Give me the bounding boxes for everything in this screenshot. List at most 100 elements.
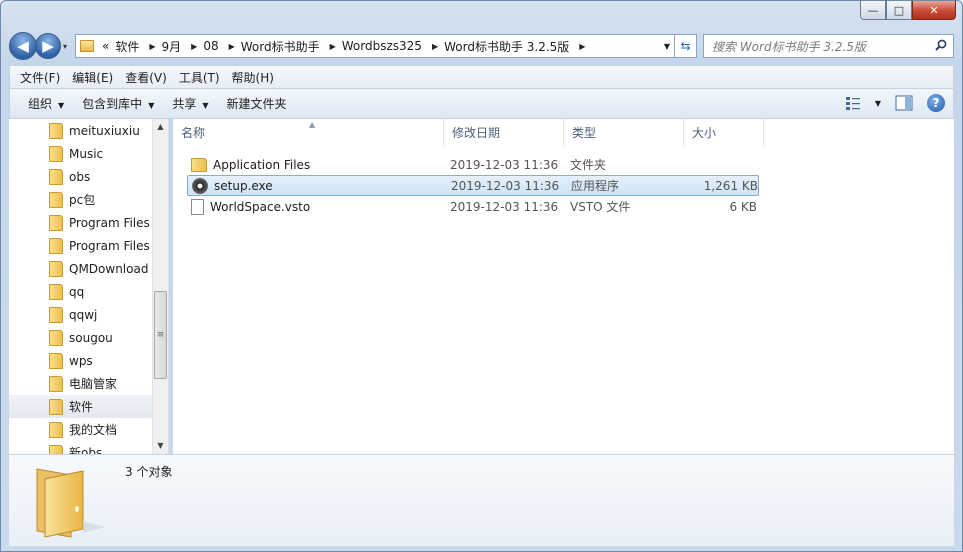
- file-date: 2019-12-03 11:36: [450, 199, 559, 214]
- file-size: 6 KB: [729, 199, 757, 214]
- back-button[interactable]: ◀: [9, 32, 37, 60]
- file-date: 2019-12-03 11:36: [451, 178, 560, 193]
- sidebar-item-label: obs: [69, 169, 91, 184]
- file-date: 2019-12-03 11:36: [450, 157, 559, 172]
- menu-file[interactable]: 文件(F): [14, 69, 66, 86]
- folder-icon: [49, 306, 63, 323]
- breadcrumb-item[interactable]: 软件 ▶: [115, 38, 155, 55]
- details-view-icon: [845, 97, 860, 110]
- maximize-button[interactable]: □: [886, 1, 912, 20]
- new-folder-button[interactable]: 新建文件夹: [219, 95, 297, 112]
- sidebar-item-label: 新obs: [69, 446, 103, 454]
- chevron-down-icon[interactable]: ▼: [875, 99, 881, 108]
- help-icon[interactable]: ?: [927, 94, 945, 112]
- address-bar[interactable]: « 软件 ▶ 9月 ▶ 08 ▶ Word标书助手 ▶ Wordbszs325 ▶ Wor…: [75, 34, 675, 58]
- breadcrumb-item[interactable]: Word标书助手 ▶: [241, 38, 336, 55]
- menu-tools[interactable]: 工具(T): [173, 69, 226, 86]
- folder-icon: [49, 168, 63, 185]
- sidebar-item-label: pc包: [69, 193, 96, 207]
- sidebar-item-label: qqwj: [69, 307, 98, 322]
- file-name-cell: setup.exe: [188, 177, 451, 194]
- column-header-size[interactable]: 大小: [684, 119, 764, 147]
- chevron-right-icon[interactable]: ▶: [149, 42, 155, 51]
- setup-app-icon: [192, 177, 208, 194]
- sidebar-item[interactable]: 软件: [9, 395, 154, 418]
- sidebar-item-label: QMDownload: [69, 261, 149, 276]
- sidebar-item[interactable]: Music: [9, 142, 154, 165]
- sidebar-item[interactable]: Program Files: [9, 211, 154, 234]
- breadcrumb-item[interactable]: 08 ▶: [203, 39, 234, 53]
- file-name: Application Files: [213, 157, 311, 172]
- recent-pages-dropdown[interactable]: ▾: [59, 42, 71, 51]
- folder-icon: [36, 468, 105, 538]
- sort-ascending-icon: ▲: [309, 120, 316, 129]
- status-item-count: 3 个对象: [125, 465, 173, 479]
- close-button[interactable]: ✕: [912, 1, 956, 20]
- column-header-type[interactable]: 类型: [564, 119, 684, 147]
- folder-icon: [49, 145, 63, 162]
- share-button[interactable]: 共享 ▼: [164, 95, 218, 112]
- sidebar-item[interactable]: wps: [9, 349, 154, 372]
- search-box[interactable]: 搜索 Word标书助手 3.2.5版: [703, 34, 954, 58]
- chevron-right-icon[interactable]: ▶: [191, 42, 197, 51]
- chevron-right-icon[interactable]: ▶: [229, 42, 235, 51]
- forward-button[interactable]: ▶: [35, 33, 61, 59]
- sidebar-item[interactable]: QMDownload: [9, 257, 154, 280]
- change-view-button[interactable]: ▼: [845, 95, 881, 111]
- search-icon[interactable]: [935, 39, 947, 51]
- column-header-date[interactable]: 修改日期: [444, 119, 564, 147]
- preview-pane-icon[interactable]: [895, 95, 913, 111]
- breadcrumb-item[interactable]: Wordbszs325 ▶: [342, 39, 438, 53]
- sidebar-item-label: 软件: [69, 400, 94, 414]
- column-header-name[interactable]: ▲ 名称: [173, 119, 444, 147]
- sidebar-item[interactable]: 新obs: [9, 441, 154, 454]
- sidebar-item[interactable]: sougou: [9, 326, 154, 349]
- scroll-up-arrow-icon[interactable]: ▲: [153, 119, 168, 135]
- sidebar-item-label: sougou: [69, 330, 113, 345]
- folder-icon: [49, 421, 63, 438]
- sidebar-item[interactable]: pc包: [9, 188, 154, 211]
- sidebar-item[interactable]: obs: [9, 165, 154, 188]
- refresh-button[interactable]: ⇆: [675, 34, 697, 58]
- sidebar-item[interactable]: qqwj: [9, 303, 154, 326]
- sidebar-item[interactable]: 电脑管家: [9, 372, 154, 395]
- explorer-window: — □ ✕ ◀ ▶ ▾ « 软件 ▶ 9月 ▶ 08 ▶ Word标书助手 ▶ Word…: [0, 0, 963, 552]
- nav-scrollbar[interactable]: ▲ ≡ ▼: [152, 119, 168, 454]
- breadcrumb-overflow[interactable]: «: [102, 39, 109, 53]
- folder-icon: [49, 444, 63, 454]
- menu-edit[interactable]: 编辑(E): [66, 69, 119, 86]
- minimize-button[interactable]: —: [860, 1, 886, 20]
- menu-help[interactable]: 帮助(H): [226, 69, 280, 86]
- chevron-right-icon[interactable]: ▶: [432, 42, 438, 51]
- sidebar-item-label: 电脑管家: [69, 377, 118, 391]
- sidebar-item[interactable]: 我的文档: [9, 418, 154, 441]
- file-row[interactable]: Application Files 2019-12-03 11:36 文件夹: [187, 154, 759, 175]
- folder-icon: [49, 191, 63, 208]
- breadcrumb-item[interactable]: Word标书助手 3.2.5版 ▶: [444, 38, 585, 55]
- folder-icon: [49, 122, 63, 139]
- file-name-cell: WorldSpace.vsto: [187, 198, 450, 215]
- chevron-right-icon[interactable]: ▶: [330, 42, 336, 51]
- chevron-right-icon[interactable]: ▶: [579, 42, 585, 51]
- folder-icon: [49, 283, 63, 300]
- file-list: ▲ 名称 修改日期 类型 大小 Application Files 2019-12…: [173, 119, 954, 454]
- scroll-thumb[interactable]: ≡: [154, 291, 167, 379]
- file-row[interactable]: setup.exe 2019-12-03 11:36 应用程序 1,261 KB: [187, 175, 759, 196]
- address-dropdown-icon[interactable]: ▼: [664, 42, 670, 51]
- include-in-library-button[interactable]: 包含到库中 ▼: [74, 95, 164, 112]
- sidebar-item[interactable]: qq: [9, 280, 154, 303]
- scroll-down-arrow-icon[interactable]: ▼: [153, 438, 168, 454]
- file-row[interactable]: WorldSpace.vsto 2019-12-03 11:36 VSTO 文件 6 …: [187, 196, 759, 217]
- sidebar-item[interactable]: Program Files: [9, 234, 154, 257]
- menu-view[interactable]: 查看(V): [119, 69, 173, 86]
- organize-button[interactable]: 组织 ▼: [20, 95, 74, 112]
- chevron-down-icon: ▼: [202, 101, 209, 110]
- chevron-down-icon: ▼: [58, 101, 65, 110]
- folder-icon: [49, 329, 63, 346]
- breadcrumb-item[interactable]: 9月 ▶: [162, 38, 198, 55]
- folder-icon: [49, 398, 63, 415]
- document-icon: [191, 198, 204, 215]
- file-type: 文件夹: [570, 158, 607, 172]
- sidebar-item[interactable]: meituxiuxiu: [9, 119, 154, 142]
- column-headers: ▲ 名称 修改日期 类型 大小: [173, 119, 954, 147]
